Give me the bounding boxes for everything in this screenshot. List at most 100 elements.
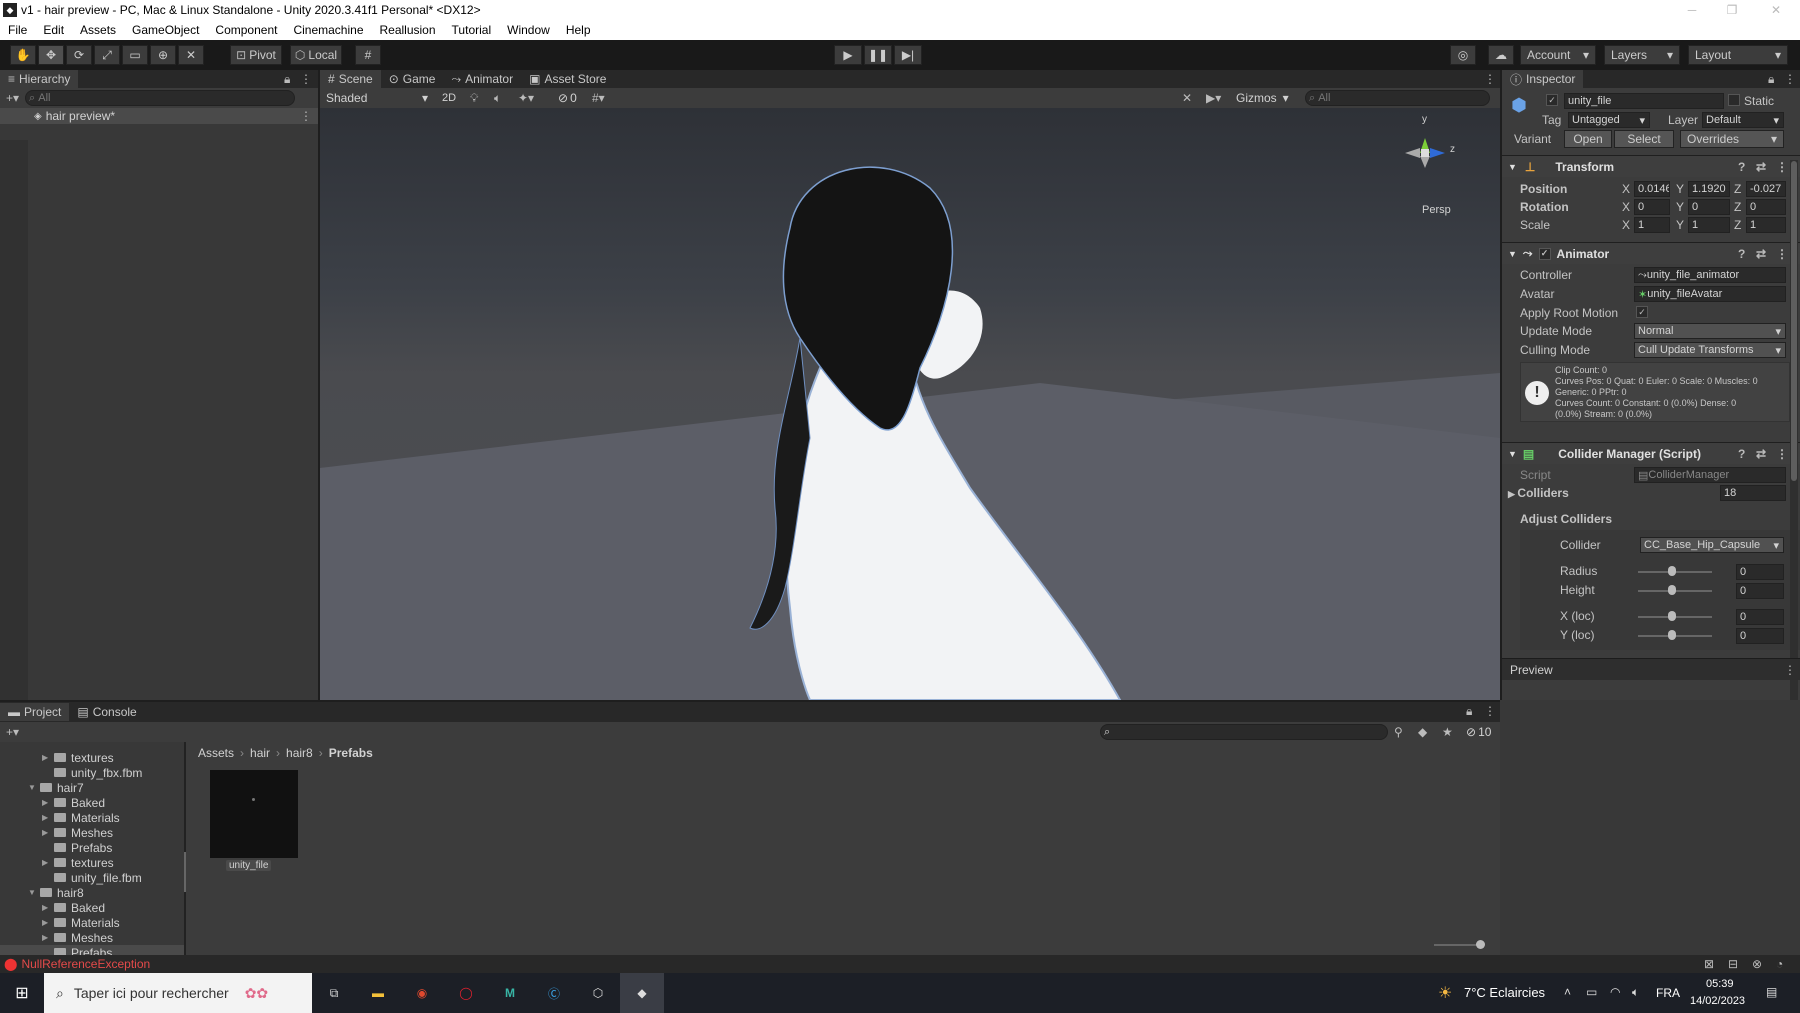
menu-edit[interactable]: Edit xyxy=(43,23,64,37)
menu-component[interactable]: Component xyxy=(215,23,277,37)
rect-tool-icon[interactable]: ▭ xyxy=(122,45,148,65)
height-field[interactable]: 0 xyxy=(1736,583,1784,599)
folder-tree-item[interactable]: ▶ Baked xyxy=(0,795,186,810)
menu-cinemachine[interactable]: Cinemachine xyxy=(293,23,363,37)
hierarchy-root-item[interactable]: ◈ hair preview* ⋮ xyxy=(0,108,318,124)
static-checkbox[interactable] xyxy=(1728,94,1740,106)
audio-icon[interactable]: 🔈︎ xyxy=(494,91,501,106)
folder-tree-item[interactable]: ▶ Meshes xyxy=(0,930,186,945)
position-x-field[interactable]: 0.0146 xyxy=(1634,181,1670,197)
scene-viewport[interactable]: y z Persp xyxy=(320,108,1500,700)
preset-icon[interactable]: ⇄ xyxy=(1756,247,1766,261)
collapse-arrow-icon[interactable]: ▶ xyxy=(42,933,54,942)
preset-icon[interactable]: ⇄ xyxy=(1756,160,1766,174)
collider-dropdown[interactable]: CC_Base_Hip_Capsule ▾ xyxy=(1640,537,1784,553)
filter-label-icon[interactable]: ◆ xyxy=(1418,725,1427,739)
tag-dropdown[interactable]: Untagged ▾ xyxy=(1568,112,1650,128)
collapse-arrow-icon[interactable]: ▶ xyxy=(42,753,54,762)
menu-window[interactable]: Window xyxy=(507,23,550,37)
folder-tree-item[interactable]: ▶ Materials xyxy=(0,810,186,825)
kebab-menu-icon[interactable]: ⋮ xyxy=(300,72,312,86)
breadcrumb-item[interactable]: Assets xyxy=(198,746,234,760)
position-z-field[interactable]: -0.027 xyxy=(1746,181,1786,197)
unity-editor-icon[interactable]: ◆ xyxy=(620,973,664,1013)
hand-tool-icon[interactable]: ✋ xyxy=(10,45,36,65)
yloc-field[interactable]: 0 xyxy=(1736,628,1784,644)
menu-help[interactable]: Help xyxy=(566,23,591,37)
local-button[interactable]: ⬡ Local xyxy=(290,45,342,65)
expand-arrow-icon[interactable]: ▼ xyxy=(28,783,40,792)
battery-icon[interactable]: ▭ xyxy=(1586,985,1597,999)
active-checkbox[interactable]: ✓ xyxy=(1546,94,1558,106)
transform-header[interactable]: ▼ ⊥ Transform ? ⇄ ⋮ xyxy=(1502,155,1800,177)
menu-reallusion[interactable]: Reallusion xyxy=(380,23,436,37)
radius-slider-handle[interactable] xyxy=(1668,566,1676,576)
folder-tree-item[interactable]: ▶ textures xyxy=(0,855,186,870)
step-icon[interactable]: ▶| xyxy=(894,45,922,65)
custom-tool-icon[interactable]: ✕ xyxy=(178,45,204,65)
folder-tree-item[interactable]: unity_fbx.fbm xyxy=(0,765,186,780)
transform-tool-icon[interactable]: ⊕ xyxy=(150,45,176,65)
collapse-arrow-icon[interactable]: ▶ xyxy=(42,858,54,867)
tab-scene[interactable]: # Scene xyxy=(320,70,381,88)
rotation-z-field[interactable]: 0 xyxy=(1746,199,1786,215)
layer-dropdown[interactable]: Default ▾ xyxy=(1702,112,1784,128)
colliders-foldout[interactable]: ▶ Colliders xyxy=(1508,486,1569,500)
account-dropdown[interactable]: Account ▾ xyxy=(1520,45,1596,65)
status-error-text[interactable]: NullReferenceException xyxy=(21,957,150,971)
folder-tree-item[interactable]: unity_file.fbm xyxy=(0,870,186,885)
menu-assets[interactable]: Assets xyxy=(80,23,116,37)
2d-toggle[interactable]: 2D xyxy=(442,92,456,104)
persp-toggle[interactable]: Persp xyxy=(1422,204,1451,216)
favorite-icon[interactable]: ★ xyxy=(1442,725,1453,739)
tab-animator[interactable]: ⤳ Animator xyxy=(443,70,521,88)
collapse-arrow-icon[interactable]: ▶ xyxy=(42,903,54,912)
folder-tree-item[interactable]: ▶ textures xyxy=(0,750,186,765)
progress-icon[interactable]: ⊗ xyxy=(1752,957,1762,971)
scale-y-field[interactable]: 1 xyxy=(1688,217,1730,233)
windows-start-icon[interactable]: ⊞ xyxy=(0,973,44,1013)
auto-refresh-icon[interactable]: ◔ xyxy=(1776,957,1783,971)
pause-icon[interactable]: ❚❚ xyxy=(864,45,892,65)
hidden-objects-toggle[interactable]: ⊘ 0 xyxy=(558,91,577,105)
collider-manager-header[interactable]: ▼ ▤ Collider Manager (Script) ? ⇄ ⋮ xyxy=(1502,442,1800,464)
root-motion-checkbox[interactable]: ✓ xyxy=(1636,306,1648,318)
rotation-x-field[interactable]: 0 xyxy=(1634,199,1670,215)
shading-dropdown[interactable]: Shaded ▾ xyxy=(322,89,432,107)
orientation-gizmo[interactable]: y z xyxy=(1400,114,1470,188)
weather-text[interactable]: 7°C Eclaircies xyxy=(1464,985,1545,1000)
breadcrumb-item[interactable]: hair8 xyxy=(286,746,313,760)
inspector-scrollbar-thumb[interactable] xyxy=(1791,161,1797,481)
collapse-arrow-icon[interactable]: ▶ xyxy=(42,813,54,822)
xloc-slider-handle[interactable] xyxy=(1668,611,1676,621)
collab-icon[interactable]: ◎ xyxy=(1450,45,1476,65)
collapse-arrow-icon[interactable]: ▶ xyxy=(42,828,54,837)
weather-icon[interactable]: ☀ xyxy=(1438,983,1452,1003)
chevron-up-icon[interactable]: ˄ xyxy=(1564,985,1571,999)
animator-header[interactable]: ▼ ⤳ ✓ Animator ? ⇄ ⋮ xyxy=(1502,242,1800,264)
volume-icon[interactable]: 🔈︎ xyxy=(1632,985,1639,1000)
lock-icon[interactable]: 🔒︎ xyxy=(1466,704,1472,719)
tab-console[interactable]: ▤ Console xyxy=(69,703,144,721)
inspector-scrollbar[interactable] xyxy=(1790,160,1798,700)
height-slider-handle[interactable] xyxy=(1668,585,1676,595)
play-icon[interactable]: ▶ xyxy=(834,45,862,65)
scene-search-input[interactable]: ⌕ All xyxy=(1305,90,1490,106)
radius-field[interactable]: 0 xyxy=(1736,564,1784,580)
scale-tool-icon[interactable]: ⤢ xyxy=(94,45,120,65)
hierarchy-search-input[interactable]: ⌕ All xyxy=(25,90,296,106)
wifi-icon[interactable]: ◠ xyxy=(1610,985,1620,999)
debug-icon[interactable]: ⊠ xyxy=(1704,957,1714,971)
folder-tree-item[interactable]: ▶ Baked xyxy=(0,900,186,915)
language-indicator[interactable]: FRA xyxy=(1656,986,1680,1000)
kebab-menu-icon[interactable]: ⋮ xyxy=(1484,704,1496,718)
breadcrumb-item[interactable]: hair xyxy=(250,746,270,760)
layers-dropdown[interactable]: Layers ▾ xyxy=(1604,45,1680,65)
folder-tree-item[interactable]: Prefabs xyxy=(0,840,186,855)
folder-tree-item[interactable]: Prefabs xyxy=(0,945,186,955)
help-icon[interactable]: ? xyxy=(1738,247,1745,261)
chrome-icon[interactable]: ◉ xyxy=(400,973,444,1013)
add-icon[interactable]: +▾ xyxy=(6,91,19,105)
clock-time[interactable]: 05:39 xyxy=(1706,978,1734,990)
project-search-input[interactable]: ⌕ xyxy=(1100,724,1388,740)
